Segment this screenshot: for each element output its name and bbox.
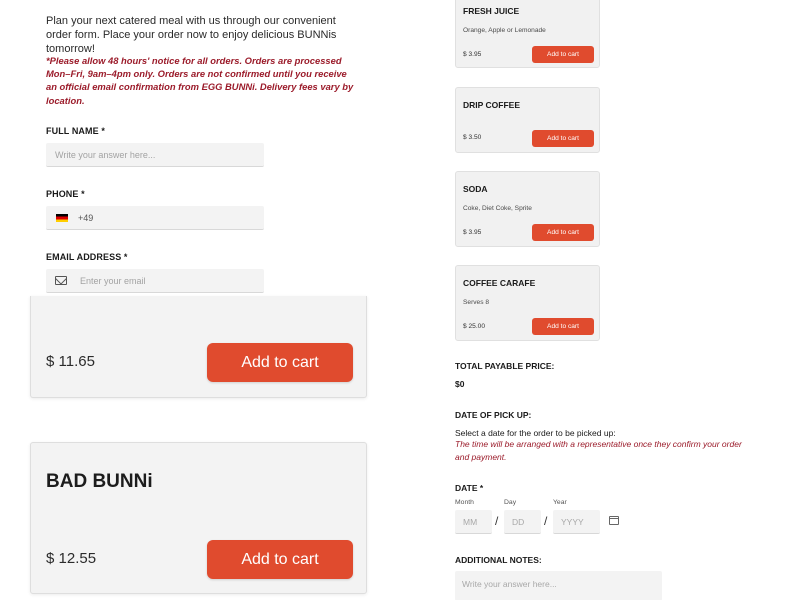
- drink-card-fresh-juice: FRESH JUICE Orange, Apple or Lemonade $ …: [455, 0, 600, 68]
- phone-label: PHONE *: [46, 189, 85, 199]
- drink-name: DRIP COFFEE: [463, 100, 520, 110]
- drink-name: SODA: [463, 184, 488, 194]
- full-name-field[interactable]: Write your answer here...: [46, 143, 264, 167]
- calendar-icon[interactable]: [609, 516, 619, 525]
- add-to-cart-button[interactable]: Add to cart: [532, 130, 594, 147]
- full-name-label: FULL NAME *: [46, 126, 105, 136]
- day-input[interactable]: DD: [504, 510, 541, 534]
- phone-country-code: +49: [78, 212, 94, 223]
- germany-flag-icon[interactable]: [56, 213, 68, 222]
- drink-description: Orange, Apple or Lemonade: [463, 27, 546, 34]
- add-to-cart-button[interactable]: Add to cart: [532, 46, 594, 63]
- date-separator: /: [544, 514, 548, 528]
- date-separator: /: [495, 514, 499, 528]
- total-price-value: $0: [455, 379, 465, 389]
- add-to-cart-button[interactable]: Add to cart: [207, 343, 353, 382]
- drink-card-drip-coffee: DRIP COFFEE $ 3.50 Add to cart: [455, 87, 600, 153]
- total-price-label: TOTAL PAYABLE PRICE:: [455, 361, 555, 371]
- mail-icon: [55, 276, 67, 285]
- additional-notes-field[interactable]: Write your answer here...: [455, 571, 662, 600]
- additional-notes-label: ADDITIONAL NOTES:: [455, 555, 542, 565]
- pickup-instruction: Select a date for the order to be picked…: [455, 428, 616, 438]
- menu-item-card: $ 11.65 Add to cart: [30, 296, 367, 398]
- day-label: Day: [504, 499, 517, 506]
- drink-description: Serves 8: [463, 299, 490, 306]
- year-label: Year: [553, 499, 567, 506]
- order-form-page: Plan your next catered meal with us thro…: [0, 0, 800, 600]
- drink-name: FRESH JUICE: [463, 6, 520, 16]
- menu-item-card-bad-bunni: BAD BUNNi $ 12.55 Add to cart: [30, 442, 367, 594]
- add-to-cart-button[interactable]: Add to cart: [207, 540, 353, 579]
- drink-price: $ 3.95: [463, 51, 482, 58]
- item-price: $ 11.65: [46, 353, 95, 370]
- intro-text: Plan your next catered meal with us thro…: [46, 15, 337, 55]
- item-name: BAD BUNNi: [46, 471, 153, 492]
- drink-card-soda: SODA Coke, Diet Coke, Sprite $ 3.95 Add …: [455, 171, 600, 247]
- notes-placeholder: Write your answer here...: [462, 579, 557, 589]
- add-to-cart-button[interactable]: Add to cart: [532, 318, 594, 335]
- drink-description: Coke, Diet Coke, Sprite: [463, 205, 532, 212]
- item-price: $ 12.55: [46, 550, 97, 567]
- drink-card-coffee-carafe: COFFEE CARAFE Serves 8 $ 25.00 Add to ca…: [455, 265, 600, 341]
- add-to-cart-button[interactable]: Add to cart: [532, 224, 594, 241]
- pickup-note: The time will be arranged with a represe…: [455, 439, 742, 462]
- order-notice: *Please allow 48 hours' notice for all o…: [46, 55, 354, 106]
- year-input[interactable]: YYYY: [553, 510, 600, 534]
- year-placeholder: YYYY: [561, 516, 584, 527]
- month-placeholder: MM: [463, 516, 478, 527]
- month-input[interactable]: MM: [455, 510, 492, 534]
- email-field[interactable]: Enter your email: [46, 269, 264, 293]
- drink-price: $ 3.50: [463, 134, 482, 141]
- month-label: Month: [455, 499, 474, 506]
- drink-name: COFFEE CARAFE: [463, 278, 536, 288]
- email-label: EMAIL ADDRESS *: [46, 252, 128, 262]
- date-label: DATE *: [455, 483, 484, 493]
- drink-price: $ 3.95: [463, 229, 482, 236]
- drink-price: $ 25.00: [463, 323, 485, 330]
- day-placeholder: DD: [512, 516, 525, 527]
- full-name-placeholder: Write your answer here...: [55, 149, 156, 160]
- email-placeholder: Enter your email: [80, 275, 146, 286]
- pickup-date-heading: DATE OF PICK UP:: [455, 410, 532, 420]
- phone-field[interactable]: +49: [46, 206, 264, 230]
